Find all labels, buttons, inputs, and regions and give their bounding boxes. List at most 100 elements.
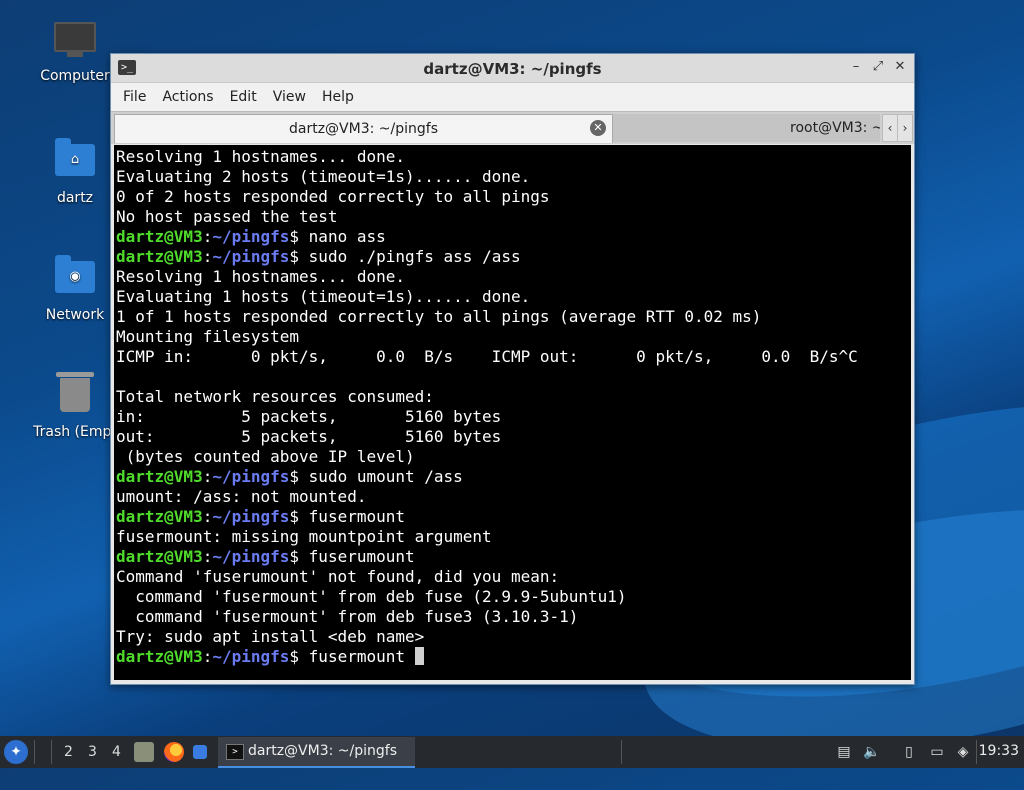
output-text: Try: sudo apt install <deb name>: [116, 627, 425, 646]
network-icon[interactable]: ▭: [928, 743, 946, 761]
command-text: sudo umount /ass: [308, 467, 463, 486]
taskbar-separator: [976, 740, 977, 764]
minimize-icon[interactable]: –: [848, 58, 864, 76]
terminal-output[interactable]: Resolving 1 hostnames... done. Evaluating…: [114, 145, 911, 680]
output-text: Total network resources consumed:: [116, 387, 434, 406]
desktop-icon-trash[interactable]: Trash (Empt: [30, 372, 120, 440]
prompt-path: ~/pingfs: [212, 227, 290, 246]
desktop-icon-dartz[interactable]: ⌂ dartz: [30, 138, 120, 206]
output-text: Command 'fuserumount' not found, did you…: [116, 567, 560, 586]
menu-edit[interactable]: Edit: [222, 89, 265, 105]
tab-label: root@VM3: ~: [790, 120, 880, 136]
tab-root[interactable]: root@VM3: ~: [613, 114, 880, 142]
output-text: Evaluating 2 hosts (timeout=1s)...... do…: [116, 167, 531, 186]
desktop-icon-label: Network: [45, 307, 105, 323]
terminal-window[interactable]: >_ dartz@VM3: ~/pingfs – ⤢ ✕ File Action…: [110, 53, 915, 685]
window-title: dartz@VM3: ~/pingfs: [423, 60, 602, 78]
home-folder-icon: ⌂: [54, 138, 96, 184]
taskbar-separator: [621, 740, 622, 764]
volume-icon[interactable]: 🔈: [863, 743, 881, 761]
update-icon[interactable]: ◈: [954, 743, 972, 761]
output-text: out: 5 packets, 5160 bytes: [116, 427, 502, 446]
prompt-path: ~/pingfs: [212, 247, 290, 266]
tab-close-icon[interactable]: ✕: [590, 120, 606, 136]
prompt-path: ~/pingfs: [212, 647, 290, 666]
terminal-command-line: dartz@VM3:~/pingfs$ fusermount: [116, 507, 911, 527]
output-text: command 'fusermount' from deb fuse3 (3.1…: [116, 607, 579, 626]
prompt-symbol: $: [289, 547, 309, 566]
terminal-output-line: Evaluating 1 hosts (timeout=1s)...... do…: [116, 287, 911, 307]
workspace-4[interactable]: 4: [112, 744, 121, 760]
terminal-output-line: out: 5 packets, 5160 bytes: [116, 427, 911, 447]
terminal-output-line: ICMP in: 0 pkt/s, 0.0 B/s ICMP out: 0 pk…: [116, 347, 911, 367]
prompt-symbol: $: [289, 247, 309, 266]
output-text: umount: /ass: not mounted.: [116, 487, 367, 506]
clock[interactable]: 19:33: [979, 743, 1019, 759]
tab-dartz[interactable]: dartz@VM3: ~/pingfs ✕: [114, 114, 613, 143]
terminal-output-line: in: 5 packets, 5160 bytes: [116, 407, 911, 427]
tab-bar: dartz@VM3: ~/pingfs ✕ root@VM3: ~ ‹ ›: [111, 111, 914, 144]
terminal-output-line: Resolving 1 hostnames... done.: [116, 267, 911, 287]
desktop-icon-label: Trash (Empt: [33, 424, 117, 440]
menu-actions[interactable]: Actions: [154, 89, 221, 105]
prompt-path: ~/pingfs: [212, 547, 290, 566]
command-text: fusermount: [308, 647, 415, 666]
tab-scroll-right-icon[interactable]: ›: [897, 114, 913, 142]
output-text: Resolving 1 hostnames... done.: [116, 267, 405, 286]
taskbar-task-terminal[interactable]: > dartz@VM3: ~/pingfs: [218, 737, 415, 768]
prompt-symbol: $: [289, 227, 309, 246]
firefox-icon[interactable]: [164, 742, 184, 762]
terminal-command-line: dartz@VM3:~/pingfs$ fuserumount: [116, 547, 911, 567]
output-text: ICMP in: 0 pkt/s, 0.0 B/s ICMP out: 0 pk…: [116, 347, 858, 366]
menu-view[interactable]: View: [265, 89, 314, 105]
workspace-2[interactable]: 2: [64, 744, 73, 760]
terminal-output-line: Total network resources consumed:: [116, 387, 911, 407]
terminal-output-line: command 'fusermount' from deb fuse (2.9.…: [116, 587, 911, 607]
tab-scroll-left-icon[interactable]: ‹: [882, 114, 898, 142]
taskbar-separator: [34, 740, 35, 764]
terminal-command-line: dartz@VM3:~/pingfs$ sudo ./pingfs ass /a…: [116, 247, 911, 267]
menu-help[interactable]: Help: [314, 89, 362, 105]
menu-file[interactable]: File: [115, 89, 154, 105]
terminal-output-line: Mounting filesystem: [116, 327, 911, 347]
maximize-icon[interactable]: ⤢: [870, 58, 886, 76]
prompt-user: dartz@VM3: [116, 507, 203, 526]
tab-label: dartz@VM3: ~/pingfs: [289, 121, 438, 137]
command-text: fuserumount: [308, 547, 415, 566]
show-desktop-icon[interactable]: [193, 745, 207, 759]
file-manager-icon[interactable]: [134, 742, 154, 762]
start-menu-icon[interactable]: ✦: [4, 740, 28, 764]
close-icon[interactable]: ✕: [892, 58, 908, 76]
output-text: 1 of 1 hosts responded correctly to all …: [116, 307, 762, 326]
task-label: dartz@VM3: ~/pingfs: [248, 743, 397, 759]
command-text: sudo ./pingfs ass /ass: [308, 247, 521, 266]
prompt-user: dartz@VM3: [116, 467, 203, 486]
prompt-colon: :: [202, 507, 213, 526]
terminal-output-line: fusermount: missing mountpoint argument: [116, 527, 911, 547]
notes-icon[interactable]: ▯: [900, 743, 918, 761]
command-text: fusermount: [308, 507, 405, 526]
menu-bar: File Actions Edit View Help: [111, 83, 914, 111]
prompt-symbol: $: [289, 507, 309, 526]
workspace-3[interactable]: 3: [88, 744, 97, 760]
prompt-colon: :: [202, 247, 213, 266]
prompt-colon: :: [202, 227, 213, 246]
clipboard-icon[interactable]: ▤: [835, 743, 853, 761]
terminal-output-line: Command 'fuserumount' not found, did you…: [116, 567, 911, 587]
desktop-icon-label: dartz: [56, 190, 94, 206]
terminal-output-line: 0 of 2 hosts responded correctly to all …: [116, 187, 911, 207]
output-text: (bytes counted above IP level): [116, 447, 415, 466]
computer-icon: [54, 22, 96, 62]
prompt-path: ~/pingfs: [212, 507, 290, 526]
terminal-output-line: Evaluating 2 hosts (timeout=1s)...... do…: [116, 167, 911, 187]
window-titlebar[interactable]: >_ dartz@VM3: ~/pingfs – ⤢ ✕: [111, 54, 914, 83]
desktop-icon-network[interactable]: ◉ Network: [30, 255, 120, 323]
trash-icon: [54, 372, 96, 418]
prompt-user: dartz@VM3: [116, 227, 203, 246]
terminal-output-line: command 'fusermount' from deb fuse3 (3.1…: [116, 607, 911, 627]
prompt-colon: :: [202, 547, 213, 566]
terminal-command-line: dartz@VM3:~/pingfs$ sudo umount /ass: [116, 467, 911, 487]
network-folder-icon: ◉: [54, 255, 96, 301]
desktop-icon-computer[interactable]: Computer: [30, 22, 120, 84]
